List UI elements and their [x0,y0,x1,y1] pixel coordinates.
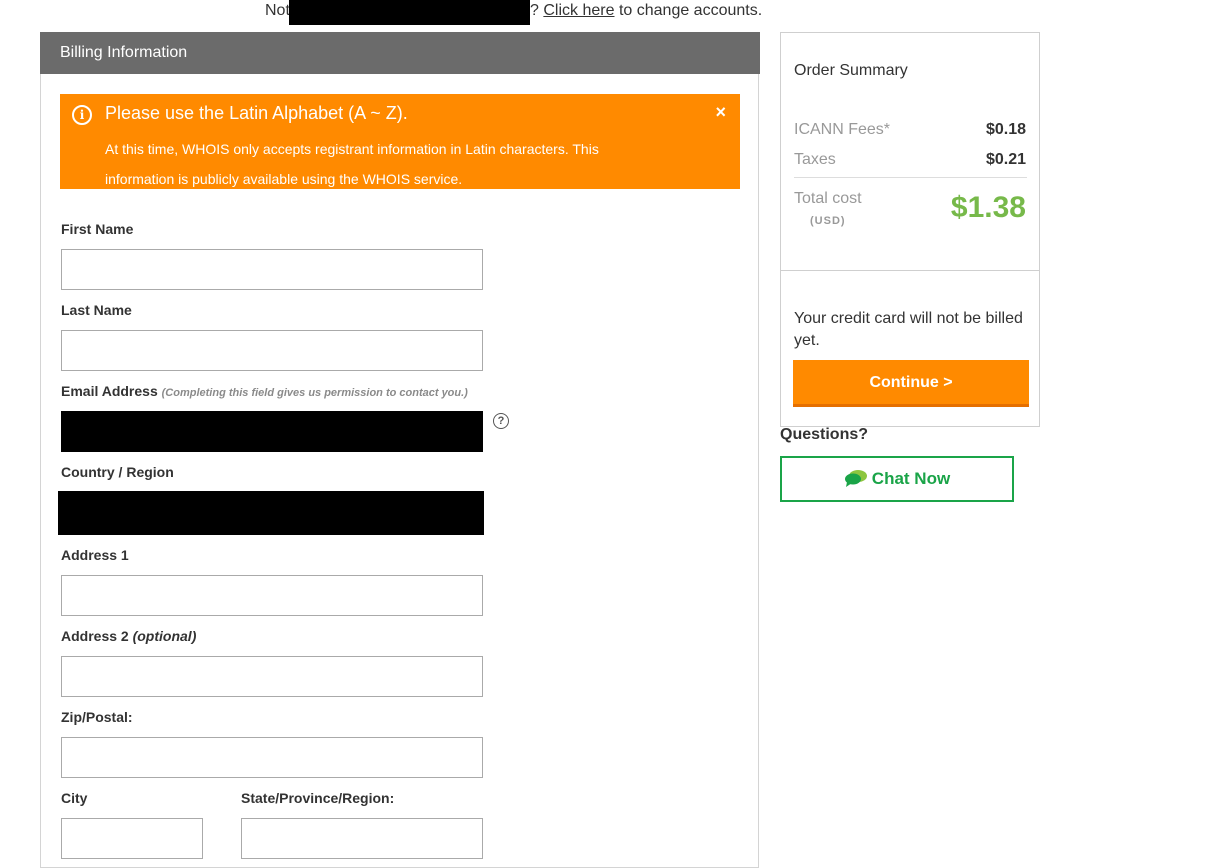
latin-alphabet-alert: i Please use the Latin Alphabet (A ~ Z).… [60,94,740,189]
email-label-text: Email Address [61,383,158,399]
zip-input[interactable] [61,737,483,778]
country-label: Country / Region [61,464,174,480]
redacted-account-name [289,0,530,25]
billing-note: Your credit card will not be billed yet. [794,310,1023,349]
billing-header: Billing Information [40,32,760,74]
account-switch-text: ? Click here to change accounts. [530,2,762,20]
email-label: Email Address (Completing this field giv… [61,383,468,399]
state-label: State/Province/Region: [241,790,395,806]
first-name-input[interactable] [61,249,483,290]
currency-label: (USD) [810,215,846,227]
continue-button[interactable]: Continue > [793,360,1029,407]
order-summary-title: Order Summary [794,62,908,79]
optional-note: (optional) [132,628,197,644]
close-icon[interactable]: × [715,102,726,123]
chat-bubbles-icon [844,470,867,487]
help-icon[interactable]: ? [493,413,509,429]
alert-body: At this time, WHOIS only accepts registr… [105,141,599,187]
total-cost-label: Total cost [794,190,862,207]
summary-separator [794,177,1027,178]
order-summary: Order Summary ICANN Fees* $0.18 Taxes $0… [780,32,1040,427]
account-prefix: Not [265,2,290,19]
last-name-input[interactable] [61,330,483,371]
address1-input[interactable] [61,575,483,616]
questions-heading: Questions? [780,426,869,443]
address2-label: Address 2 (optional) [61,628,196,644]
taxes-value: $0.21 [985,151,1026,168]
address1-label: Address 1 [61,547,129,563]
chat-now-label: Chat Now [871,469,951,488]
info-icon: i [72,105,92,125]
icann-fee-value: $0.18 [985,121,1026,138]
account-bar: Not ? Click here to change accounts. [0,0,1207,25]
summary-divider [781,270,1039,271]
city-label: City [61,790,88,806]
email-permission-note: (Completing this field gives us permissi… [161,387,468,399]
state-input[interactable] [241,818,483,859]
account-suffix: to change accounts. [618,2,763,19]
address2-label-text: Address 2 [61,628,129,644]
icann-fee-label: ICANN Fees* [794,121,891,138]
zip-label: Zip/Postal: [61,709,133,725]
change-account-link[interactable]: Click here [543,2,614,19]
chat-now-button[interactable]: Chat Now [780,456,1014,502]
last-name-label: Last Name [61,302,132,318]
alert-title: Please use the Latin Alphabet (A ~ Z). [105,103,408,123]
taxes-label: Taxes [794,151,836,168]
city-input[interactable] [61,818,203,859]
country-select-redacted[interactable] [58,491,484,535]
first-name-label: First Name [61,221,134,237]
address2-input[interactable] [61,656,483,697]
email-input-redacted[interactable] [61,411,483,452]
account-question-mark: ? [530,2,539,19]
total-cost-value: $1.38 [950,191,1026,224]
